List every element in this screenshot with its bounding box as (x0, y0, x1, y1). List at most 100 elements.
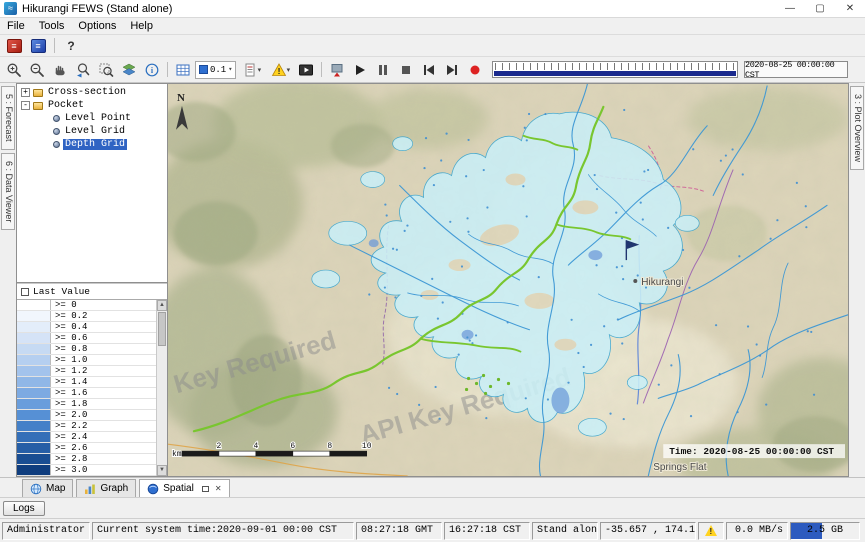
menu-help[interactable]: Help (123, 19, 160, 33)
main-toolbar: ≡ ≡ ? (0, 35, 865, 57)
tree-item-level-point[interactable]: Level Point (17, 112, 167, 125)
capture-button[interactable] (326, 60, 348, 80)
thresholds-warning-dropdown[interactable]: !▾ (266, 60, 294, 80)
grid-display-button[interactable] (172, 60, 194, 80)
menu-file[interactable]: File (0, 19, 32, 33)
maximize-button[interactable]: ▢ (805, 0, 835, 17)
status-cell-warning[interactable]: ! (698, 522, 724, 540)
zoom-previous-button[interactable] (72, 60, 94, 80)
legend-color-swatch (17, 399, 51, 409)
legend-label: >= 1.4 (51, 377, 87, 387)
tree-item-label: Cross-section (46, 87, 128, 98)
tree-toggle-icon[interactable]: + (21, 88, 30, 97)
logs-row: Logs (0, 497, 865, 518)
legend-label: >= 1.6 (51, 388, 87, 398)
restore-panel-icon[interactable] (202, 486, 209, 492)
status-cell-network-speed: 0.0 MB/s (726, 522, 788, 540)
legend-row[interactable]: >= 1.0 (17, 355, 156, 366)
tree-item-cross-section[interactable]: + Cross-section (17, 86, 167, 99)
legend-label: >= 2.2 (51, 421, 87, 431)
scalebar-dropdown[interactable]: ▾ (237, 60, 265, 80)
status-cell-memory: 2.5 GB (790, 522, 860, 540)
legend-row[interactable]: >= 0.8 (17, 344, 156, 355)
zoom-out-button[interactable] (26, 60, 48, 80)
legend-label: >= 3.0 (51, 465, 87, 475)
step-forward-button[interactable] (441, 60, 463, 80)
scroll-down-icon[interactable]: ▼ (157, 465, 167, 476)
capture-icon (329, 62, 345, 78)
tree-item-label: Level Grid (63, 126, 127, 137)
legend-row[interactable]: >= 1.4 (17, 377, 156, 388)
legend-row[interactable]: >= 2.8 (17, 454, 156, 465)
legend-row[interactable]: >= 0.2 (17, 311, 156, 322)
legend-scrollbar[interactable]: ▲ ▼ (156, 300, 167, 476)
legend-row[interactable]: >= 2.4 (17, 432, 156, 443)
zoom-extent-button[interactable] (95, 60, 117, 80)
svg-text:!: ! (277, 66, 280, 76)
menu-tools[interactable]: Tools (32, 19, 72, 33)
close-tab-icon[interactable]: ✕ (215, 484, 222, 493)
legend-color-swatch (17, 465, 51, 475)
play-button[interactable] (349, 60, 371, 80)
legend-label: >= 1.2 (51, 366, 87, 376)
last-value-checkbox[interactable] (21, 288, 29, 296)
zoom-in-button[interactable] (3, 60, 25, 80)
legend-row[interactable]: >= 2.6 (17, 443, 156, 454)
dock-tab-plot-overview[interactable]: 3 : Plot Overview (850, 86, 864, 170)
status-cell-mode: Stand alone (532, 522, 598, 540)
help-button[interactable]: ? (60, 36, 82, 56)
legend-row[interactable]: >= 3.0 (17, 465, 156, 476)
layers-icon (121, 62, 137, 78)
legend-row[interactable]: >= 1.2 (17, 366, 156, 377)
legend-row[interactable]: >= 0.6 (17, 333, 156, 344)
dock-tab-data-viewer[interactable]: 6 : Data Viewer (1, 153, 15, 230)
tab-spatial[interactable]: Spatial✕ (139, 479, 229, 497)
animation-icon (298, 62, 314, 78)
close-button[interactable]: ✕ (835, 0, 865, 17)
app-icon: ≈ (4, 2, 17, 15)
pan-button[interactable] (49, 60, 71, 80)
legend-row[interactable]: >= 2.2 (17, 421, 156, 432)
spatial-side-panel: + Cross-section-PocketLevel PointLevel Gr… (16, 83, 168, 477)
tab-graph[interactable]: Graph (76, 479, 136, 497)
tab-map[interactable]: Map (22, 479, 73, 497)
tree-item-pocket[interactable]: -Pocket (17, 99, 167, 112)
legend-color-swatch (17, 322, 51, 332)
tree-item-level-grid[interactable]: Level Grid (17, 125, 167, 138)
threshold-value: 0.1 (210, 65, 226, 75)
threshold-dropdown[interactable]: 0.1▾ (195, 61, 236, 79)
minimize-button[interactable]: — (775, 0, 805, 17)
svg-text:6: 6 (290, 442, 295, 451)
animation-button[interactable] (295, 60, 317, 80)
window-title: Hikurangi FEWS (Stand alone) (22, 3, 172, 15)
legend-color-swatch (17, 443, 51, 453)
database-button[interactable]: ≡ (27, 36, 49, 56)
legend-row[interactable]: >= 1.6 (17, 388, 156, 399)
legend-row[interactable]: >= 2.0 (17, 410, 156, 421)
record-button[interactable] (464, 60, 486, 80)
tree-toggle-icon[interactable]: - (21, 101, 30, 110)
timeline-slider[interactable] (492, 61, 738, 78)
sphere-icon (147, 483, 159, 495)
zoom-extent-icon (98, 62, 114, 78)
dock-tab-forecast[interactable]: 5 : Forecast (1, 86, 15, 150)
tree-item-depth-grid[interactable]: Depth Grid (17, 138, 167, 151)
step-back-button[interactable] (418, 60, 440, 80)
layers-button[interactable] (118, 60, 140, 80)
legend-row[interactable]: >= 0 (17, 300, 156, 311)
explorer-button[interactable]: ≡ (3, 36, 25, 56)
legend-row[interactable]: >= 0.4 (17, 322, 156, 333)
info-button[interactable]: i (141, 60, 163, 80)
legend-label: >= 0.6 (51, 333, 87, 343)
legend-row[interactable]: >= 1.8 (17, 399, 156, 410)
logs-button[interactable]: Logs (3, 501, 45, 516)
map-area[interactable]: API Key Required API Key Required (168, 83, 849, 477)
scroll-up-icon[interactable]: ▲ (157, 300, 167, 311)
pause-button[interactable] (372, 60, 394, 80)
map-canvas[interactable]: API Key Required API Key Required (168, 84, 848, 476)
chevron-down-icon: ▾ (228, 65, 232, 74)
legend-label: >= 1.8 (51, 399, 87, 409)
menu-options[interactable]: Options (71, 19, 123, 33)
scroll-thumb[interactable] (158, 312, 166, 346)
stop-button[interactable] (395, 60, 417, 80)
